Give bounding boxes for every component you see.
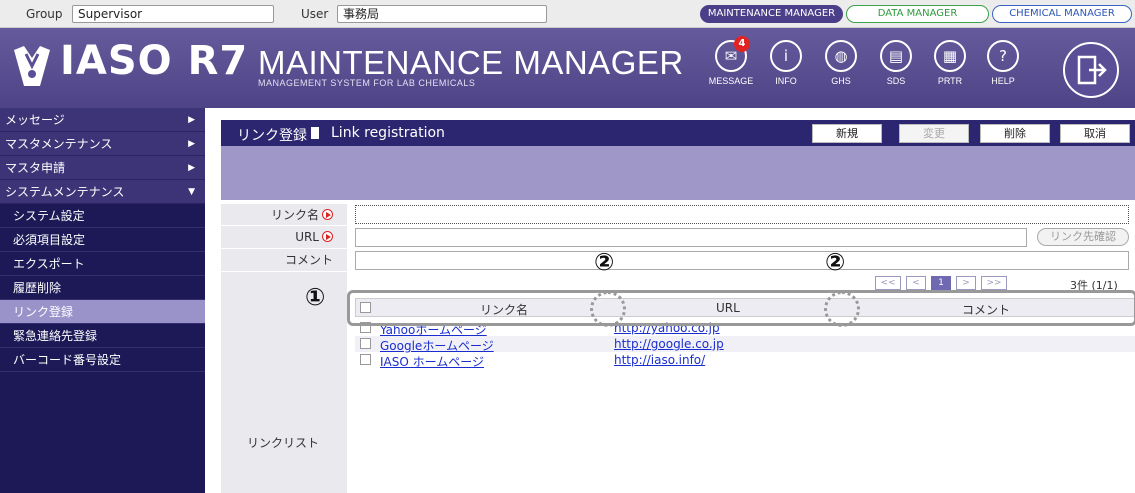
chevron-right-icon: ▶ [188,115,195,125]
current-page[interactable]: 1 [931,276,951,290]
divider-icon [308,127,319,139]
sidebar-item-emergency-contact[interactable]: 緊急連絡先登録 [0,324,205,348]
required-icon [322,209,333,220]
message-count-badge: 4 [734,36,750,52]
url-label: URL [221,226,347,249]
last-page-button[interactable]: >> [981,276,1007,290]
user-label: User [301,7,329,21]
chemical-manager-tab[interactable]: CHEMICAL MANAGER [992,5,1132,23]
sidebar-item-master-maintenance[interactable]: マスタメンテナンス ▶ [0,132,205,156]
prtr-button[interactable]: ▦ PRTR [925,40,975,86]
comment-input[interactable] [355,251,1129,270]
prev-page-button[interactable]: < [906,276,926,290]
url-link[interactable]: http://google.co.jp [614,337,724,351]
url-link[interactable]: http://iaso.info/ [614,353,705,367]
annotation-number-1: ① [305,283,326,311]
link-name-link[interactable]: IASO ホームページ [380,353,484,370]
sidebar-item-barcode-settings[interactable]: バーコード番号設定 [0,348,205,372]
sidebar-item-history-delete[interactable]: 履歴削除 [0,276,205,300]
sidebar-item-export[interactable]: エクスポート [0,252,205,276]
sidebar-item-system-settings[interactable]: システム設定 [0,204,205,228]
annotation-highlight-box [347,290,1135,326]
app-logo-text: IASO R7 [60,38,249,84]
logout-button[interactable] [1063,42,1119,98]
delete-button[interactable]: 削除 [980,124,1050,143]
factory-icon: ▦ [934,40,966,72]
page-title: リンク登録 [237,128,307,144]
data-manager-tab[interactable]: DATA MANAGER [846,5,989,23]
link-list-label: リンクリスト [246,436,319,450]
row-checkbox[interactable] [360,354,371,365]
user-field[interactable]: 事務局 [337,5,547,23]
top-bar: Group Supervisor User 事務局 MAINTENANCE MA… [0,0,1135,28]
annotation-number-2: ② [825,248,846,276]
message-button[interactable]: ✉ 4 MESSAGE [706,36,756,86]
chevron-right-icon: ▶ [188,139,195,149]
link-name-label: リンク名 [221,204,347,226]
row-checkbox[interactable] [360,338,371,349]
sidebar: メッセージ ▶ マスタメンテナンス ▶ マスタ申請 ▶ システムメンテナンス ▼ システ… [0,108,205,493]
link-confirm-button[interactable]: リンク先確認 [1037,228,1129,246]
title-band [221,146,1135,200]
help-button[interactable]: ? HELP [978,40,1028,86]
link-list-label-cell: リンクリスト [221,272,347,493]
table-row[interactable]: Googleホームページ http://google.co.jp [355,336,1135,353]
group-field[interactable]: Supervisor [72,5,274,23]
page-title-en: Link registration [331,125,445,141]
group-label: Group [26,7,63,21]
globe-icon: ◍ [825,40,857,72]
info-icon: i [770,40,802,72]
page-title-bar: リンク登録 Link registration 新規 変更 削除 取消 [221,120,1135,146]
comment-label: コメント [221,249,347,272]
info-button[interactable]: i INFO [761,40,811,86]
annotation-dotted-circle [824,291,860,327]
change-button[interactable]: 変更 [899,124,969,143]
chevron-right-icon: ▶ [188,163,195,173]
app-title: MAINTENANCE MANAGER [258,44,684,81]
annotation-number-2: ② [594,248,615,276]
help-icon: ? [987,40,1019,72]
document-icon: ▤ [880,40,912,72]
iaso-logo-icon [8,42,56,93]
sidebar-item-master-request[interactable]: マスタ申請 ▶ [0,156,205,180]
url-input[interactable] [355,228,1027,247]
logout-icon [1077,55,1107,85]
first-page-button[interactable]: << [875,276,901,290]
annotation-dotted-circle [590,291,626,327]
cancel-button[interactable]: 取消 [1060,124,1130,143]
sidebar-item-required-fields[interactable]: 必須項目設定 [0,228,205,252]
app-header: IASO R7 MAINTENANCE MANAGER MANAGEMENT S… [0,28,1135,108]
sidebar-item-link-registration[interactable]: リンク登録 [0,300,205,324]
next-page-button[interactable]: > [956,276,976,290]
sidebar-item-messages[interactable]: メッセージ ▶ [0,108,205,132]
link-name-input[interactable] [355,205,1129,224]
sidebar-item-system-maintenance[interactable]: システムメンテナンス ▼ [0,180,205,204]
new-button[interactable]: 新規 [812,124,882,143]
table-row[interactable]: IASO ホームページ http://iaso.info/ [355,352,1135,370]
ghs-button[interactable]: ◍ GHS [816,40,866,86]
chevron-down-icon: ▼ [188,187,195,197]
required-icon [322,231,333,242]
maintenance-manager-tab[interactable]: MAINTENANCE MANAGER [700,5,843,23]
app-subtitle: MANAGEMENT SYSTEM FOR LAB CHEMICALS [258,78,476,88]
sds-button[interactable]: ▤ SDS [871,40,921,86]
